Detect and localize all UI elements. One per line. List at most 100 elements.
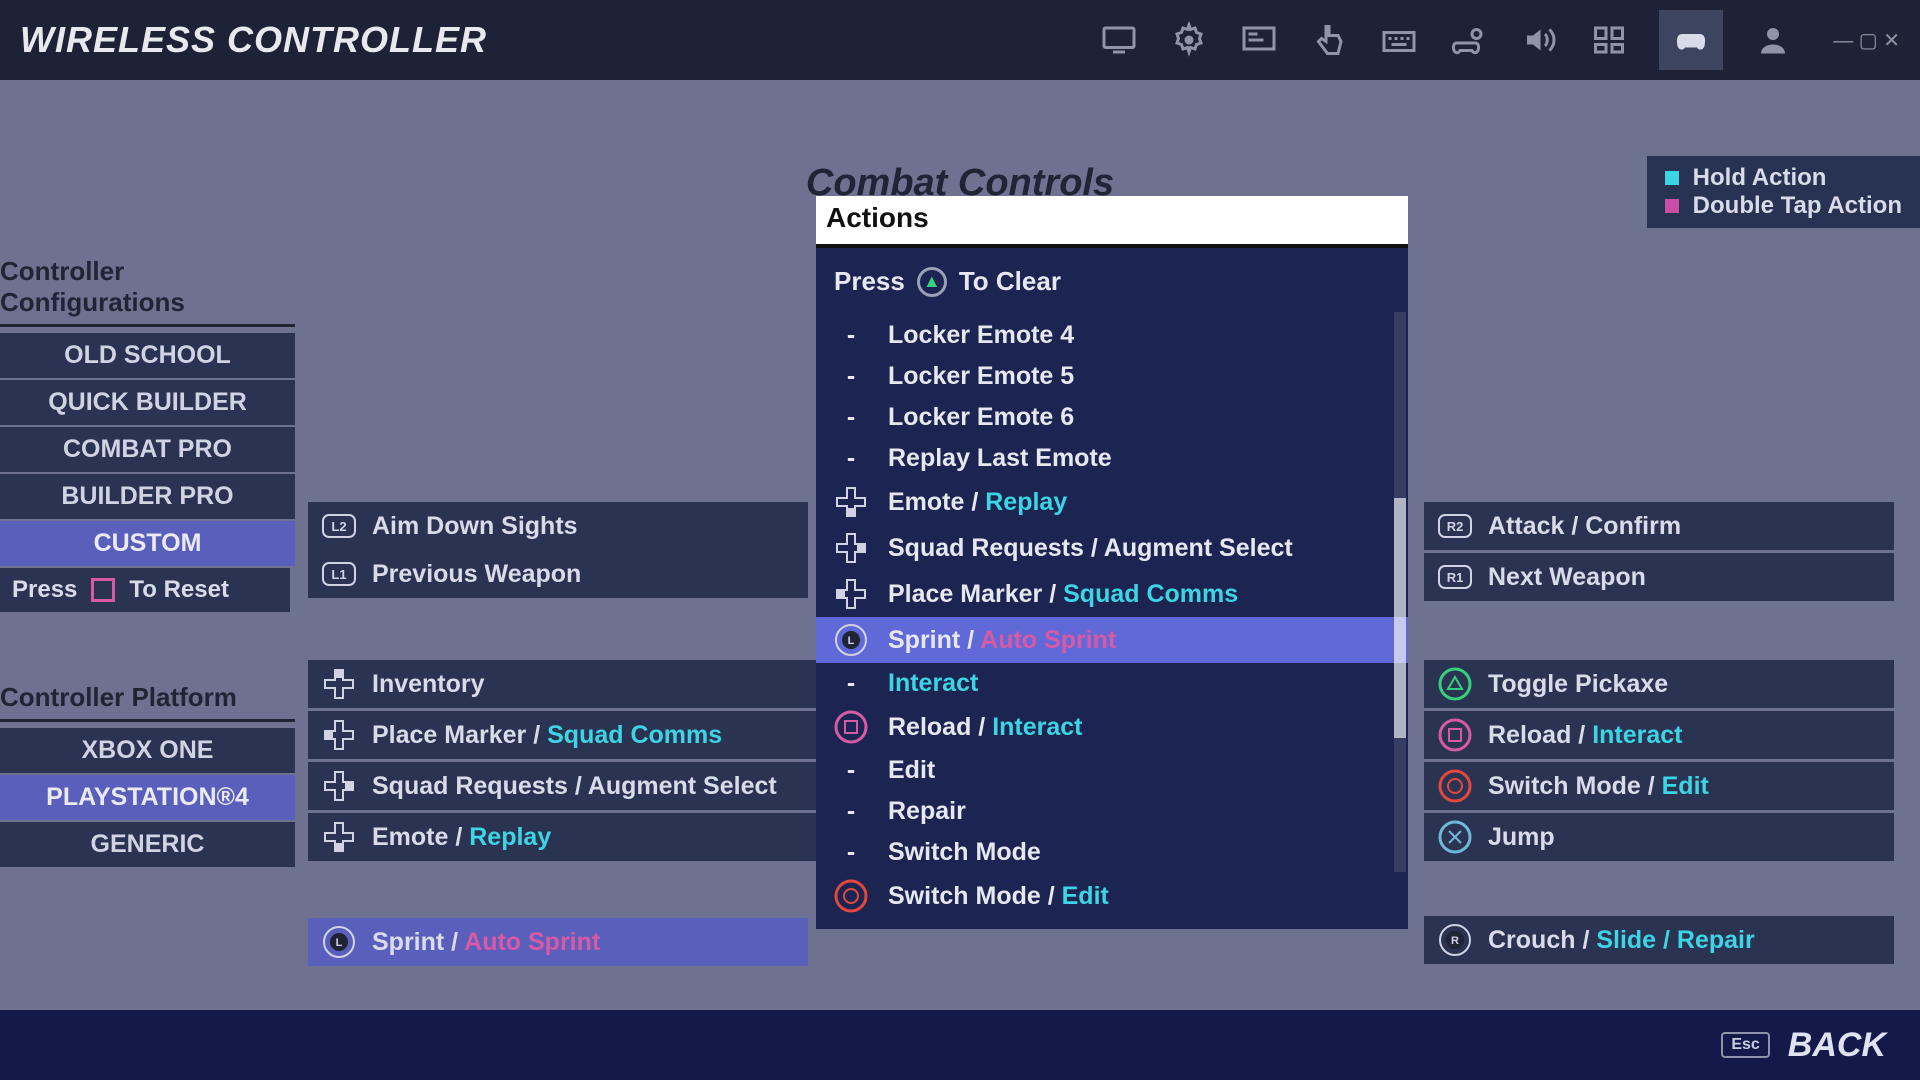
binding-row[interactable]: L Sprint / Auto Sprint (308, 918, 808, 966)
window-buttons[interactable]: — ▢ ✕ (1833, 28, 1900, 53)
dpad-down-icon (834, 485, 868, 519)
R1-icon: R1 (1438, 560, 1472, 594)
action-row[interactable]: -Switch Mode (816, 832, 1408, 873)
binding-row[interactable]: Toggle Pickaxe (1424, 660, 1894, 708)
binding-label: Next Weapon (1488, 563, 1646, 592)
binding-row[interactable]: R2 Attack / Confirm (1424, 502, 1894, 550)
controller-icon[interactable] (1659, 10, 1723, 70)
display-settings-icon[interactable] (1239, 20, 1279, 60)
action-label: Locker Emote 4 (888, 321, 1074, 350)
legend: Hold Action Double Tap Action (1647, 156, 1920, 228)
gear-icon[interactable] (1169, 20, 1209, 60)
touch-icon[interactable] (1309, 20, 1349, 60)
binding-label: Place Marker / Squad Comms (372, 721, 722, 750)
dash-icon: - (834, 669, 868, 698)
R2-icon: R2 (1438, 509, 1472, 543)
action-row[interactable]: -Locker Emote 4 (816, 315, 1408, 356)
binding-row[interactable]: R1 Next Weapon (1424, 553, 1894, 601)
binding-label: Switch Mode / Edit (1488, 772, 1709, 801)
binding-row[interactable]: R Crouch / Slide / Repair (1424, 916, 1894, 964)
reset-press: Press (12, 576, 77, 604)
monitor-icon[interactable] (1099, 20, 1139, 60)
keyboard-icon[interactable] (1379, 20, 1419, 60)
action-row[interactable]: -Interact (816, 663, 1408, 704)
binding-row[interactable]: Emote / Replay (308, 813, 838, 861)
action-label: Locker Emote 6 (888, 403, 1074, 432)
binding-row[interactable]: Squad Requests / Augment Select (308, 762, 838, 810)
action-label: Switch Mode / Edit (888, 882, 1109, 911)
dash-icon: - (834, 362, 868, 391)
action-row[interactable]: LSprint / Auto Sprint (816, 617, 1408, 663)
action-row[interactable]: Place Marker / Squad Comms (816, 571, 1408, 617)
binding-label: Squad Requests / Augment Select (372, 772, 777, 801)
platform-item[interactable]: XBOX ONE (0, 728, 295, 773)
back-button[interactable]: BACK (1788, 1026, 1886, 1065)
popup-body: Press ▲ To Clear -Locker Emote 4 -Locker… (816, 248, 1408, 929)
action-row[interactable]: -Edit (816, 750, 1408, 791)
dash-icon: - (834, 321, 868, 350)
binding-row[interactable]: L2 Aim Down Sights (308, 502, 808, 550)
binding-row[interactable]: Switch Mode / Edit (1424, 762, 1894, 810)
config-heading: Controller Configurations (0, 256, 295, 327)
action-row[interactable]: Reload / Interact (816, 704, 1408, 750)
footer-bar: Esc BACK (0, 1010, 1920, 1080)
action-row[interactable]: -Locker Emote 6 (816, 397, 1408, 438)
config-item[interactable]: QUICK BUILDER (0, 380, 295, 425)
binding-row[interactable]: Jump (1424, 813, 1894, 861)
action-label: Edit (888, 756, 935, 785)
action-label: Emote / Replay (888, 488, 1067, 517)
double-swatch (1665, 199, 1679, 213)
dpad-down-icon (322, 820, 356, 854)
binding-row[interactable]: L1 Previous Weapon (308, 550, 808, 598)
L3-icon: L (322, 925, 356, 959)
binding-label: Jump (1488, 823, 1555, 852)
controller-gear-icon[interactable] (1449, 20, 1489, 60)
action-row[interactable]: -Replay Last Emote (816, 438, 1408, 479)
action-row[interactable]: Emote / Replay (816, 479, 1408, 525)
config-item[interactable]: CUSTOM (0, 521, 295, 566)
action-row[interactable]: Squad Requests / Augment Select (816, 525, 1408, 571)
dpad-right-icon (834, 531, 868, 565)
header-bar: WIRELESS CONTROLLER — ▢ ✕ (0, 0, 1920, 80)
triangle-icon (1438, 667, 1472, 701)
accessibility-icon[interactable] (1589, 20, 1629, 60)
dpad-right-icon (322, 769, 356, 803)
bindings-left-top: L2 Aim Down Sights L1 Previous Weapon (308, 502, 808, 598)
bindings-right-stick: R Crouch / Slide / Repair (1424, 916, 1894, 964)
svg-text:R1: R1 (1447, 570, 1464, 585)
action-row[interactable]: Switch Mode / Edit (816, 873, 1408, 919)
volume-icon[interactable] (1519, 20, 1559, 60)
config-item[interactable]: COMBAT PRO (0, 427, 295, 472)
binding-row[interactable]: Reload / Interact (1424, 711, 1894, 759)
action-label: Sprint / Auto Sprint (888, 626, 1116, 655)
square-icon (1438, 718, 1472, 752)
scrollbar-thumb[interactable] (1394, 498, 1406, 738)
action-row[interactable]: -Repair (816, 791, 1408, 832)
bindings-right-face: Toggle Pickaxe Reload / Interact Switch … (1424, 660, 1894, 861)
platform-item[interactable]: GENERIC (0, 822, 295, 867)
binding-row[interactable]: Inventory (308, 660, 838, 708)
config-item[interactable]: OLD SCHOOL (0, 333, 295, 378)
binding-label: Reload / Interact (1488, 721, 1683, 750)
to-clear-label: To Clear (959, 266, 1061, 297)
platform-item[interactable]: PLAYSTATION®4 (0, 775, 295, 820)
svg-text:L: L (336, 937, 343, 949)
action-row[interactable]: -Locker Emote 5 (816, 356, 1408, 397)
config-item[interactable]: BUILDER PRO (0, 474, 295, 519)
hold-swatch (1665, 171, 1679, 185)
legend-double: Double Tap Action (1693, 192, 1902, 220)
cross-icon (1438, 820, 1472, 854)
reset-button[interactable]: Press To Reset (0, 568, 290, 612)
action-label: Switch Mode (888, 838, 1041, 867)
actions-list[interactable]: -Locker Emote 4 -Locker Emote 5 -Locker … (816, 315, 1408, 919)
header-tabs (1099, 10, 1793, 70)
user-icon[interactable] (1753, 20, 1793, 60)
binding-label: Attack / Confirm (1488, 512, 1681, 541)
square-icon (91, 578, 115, 602)
reset-text: To Reset (129, 576, 229, 604)
action-label: Squad Requests / Augment Select (888, 534, 1293, 563)
legend-hold: Hold Action (1693, 164, 1827, 192)
action-label: Replay Last Emote (888, 444, 1112, 473)
binding-label: Crouch / Slide / Repair (1488, 926, 1755, 955)
binding-row[interactable]: Place Marker / Squad Comms (308, 711, 838, 759)
